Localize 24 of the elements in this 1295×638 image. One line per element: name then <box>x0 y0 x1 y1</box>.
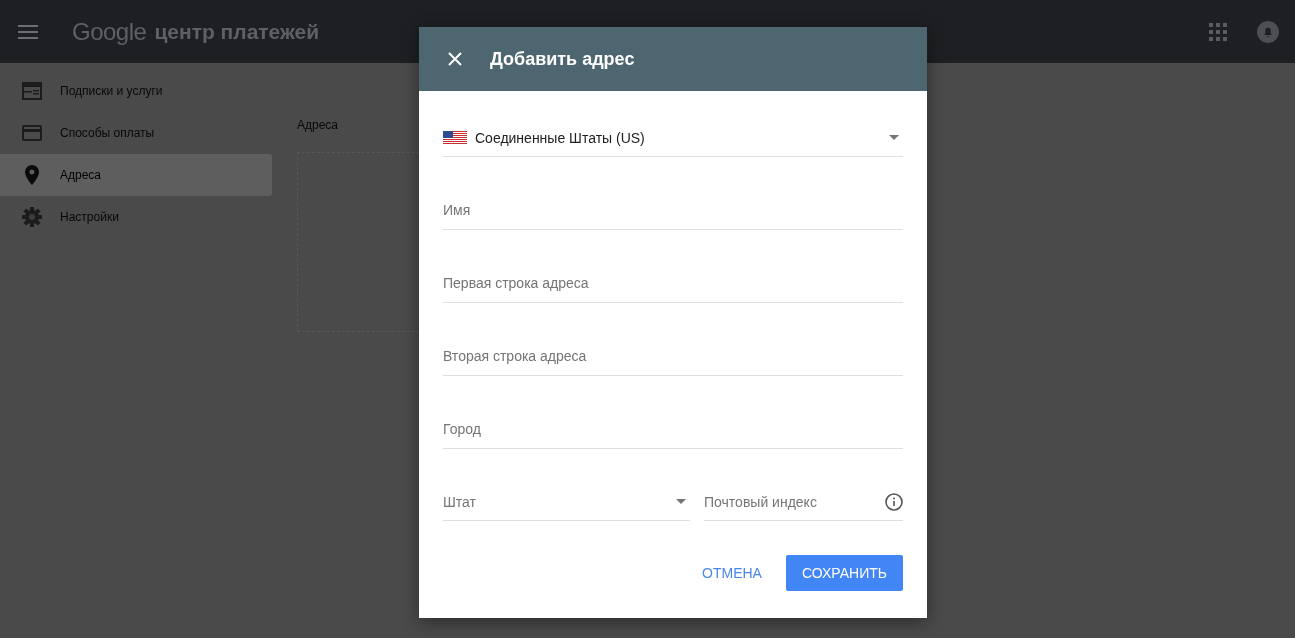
dialog-title: Добавить адрес <box>490 48 635 70</box>
logo-text: Google <box>72 17 147 46</box>
info-icon[interactable] <box>885 492 903 511</box>
app-title: центр платежей <box>154 19 320 44</box>
apps-grid-icon[interactable] <box>1209 22 1227 41</box>
sidebar-item[interactable]: Подписки и услуги <box>0 70 272 112</box>
sidebar-item[interactable]: Настройки <box>0 196 272 238</box>
dropdown-caret-icon <box>889 135 899 140</box>
state-select[interactable]: Штат <box>443 483 690 521</box>
calendar-list-icon <box>22 82 42 100</box>
section-heading: Адреса <box>297 118 340 132</box>
menu-icon[interactable] <box>18 24 38 39</box>
close-icon[interactable] <box>448 52 462 66</box>
location-pin-icon <box>22 165 42 185</box>
credit-card-icon <box>22 125 42 141</box>
dropdown-caret-icon <box>676 499 686 504</box>
save-button[interactable]: СОХРАНИТЬ <box>785 555 903 591</box>
sidebar-item[interactable]: Адреса <box>0 154 272 196</box>
country-select[interactable]: Соединенные Штаты (US) <box>443 119 903 157</box>
sidebar-item[interactable]: Способы оплаты <box>0 112 272 154</box>
flag-icon <box>443 130 467 145</box>
settings-icon <box>22 207 42 227</box>
notification-bell-icon[interactable] <box>1257 20 1279 43</box>
cancel-button[interactable]: ОТМЕНА <box>702 557 762 589</box>
